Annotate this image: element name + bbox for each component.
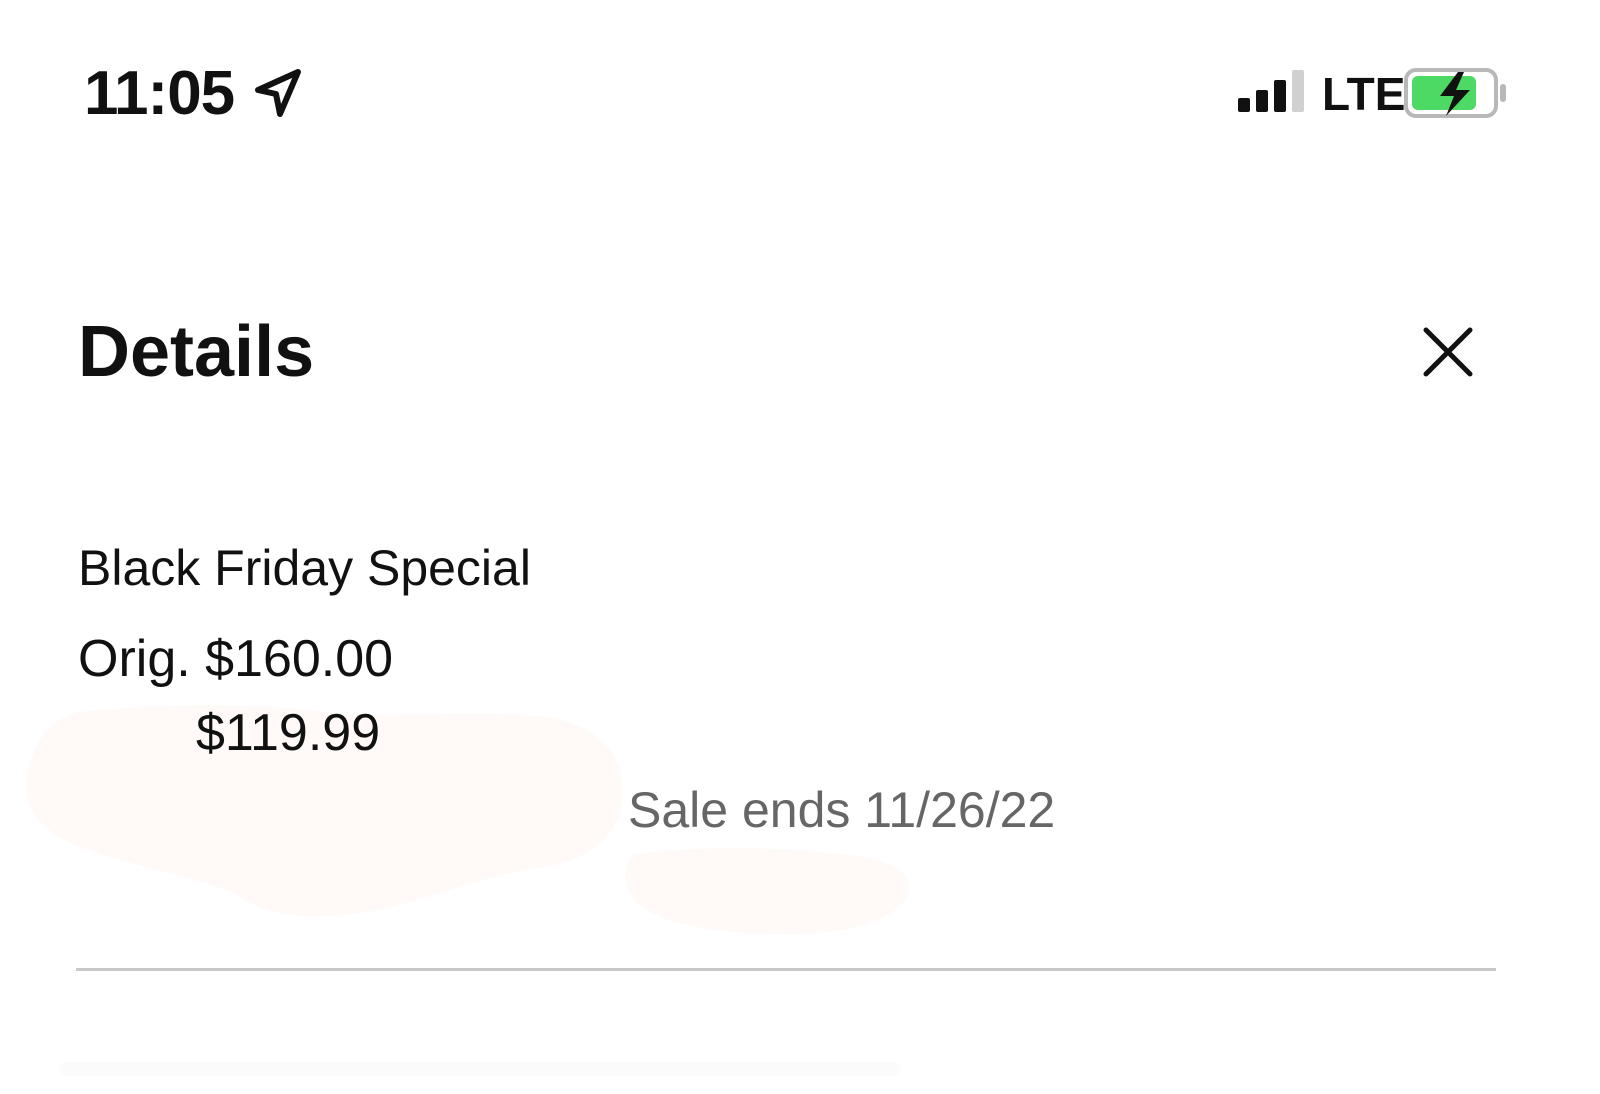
location-arrow-icon xyxy=(255,69,301,117)
section-divider xyxy=(76,968,1496,971)
page-title: Details xyxy=(78,312,315,392)
close-button[interactable] xyxy=(1418,322,1478,382)
sale-ends-text: Sale ends 11/26/22 xyxy=(628,782,1056,838)
network-label: LTE xyxy=(1322,68,1406,120)
offer-name: Black Friday Special xyxy=(78,540,531,596)
status-bar: 11:05 LTE xyxy=(0,0,1600,190)
status-time: 11:05 xyxy=(84,59,235,128)
battery-charging-icon xyxy=(1404,68,1506,118)
signal-icon xyxy=(1238,70,1304,112)
faded-bottom-region xyxy=(60,1062,900,1076)
original-price: Orig. $160.00 xyxy=(78,630,394,688)
close-icon xyxy=(1423,327,1473,377)
sale-price: $119.99 xyxy=(196,704,381,762)
